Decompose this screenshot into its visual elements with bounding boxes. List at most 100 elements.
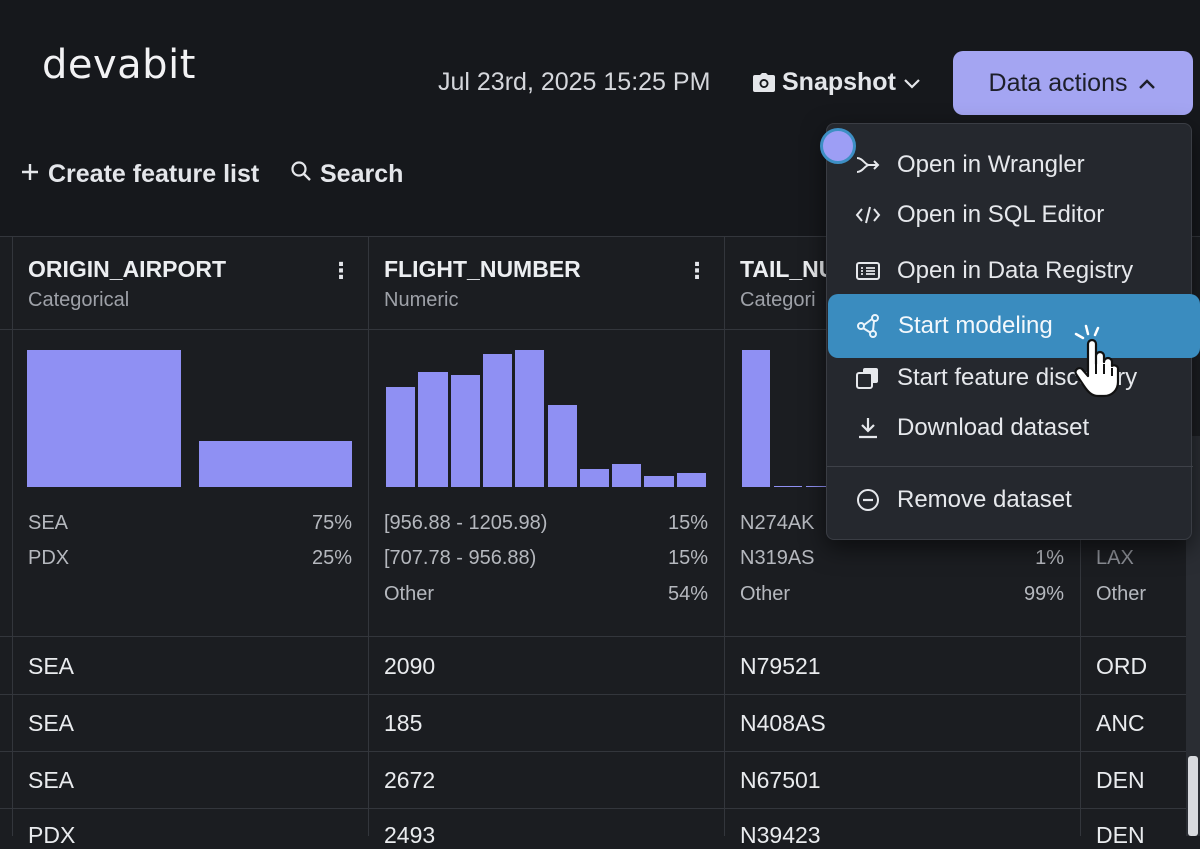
menu-item-open-in-wrangler[interactable]: Open in Wrangler bbox=[827, 140, 1193, 190]
stat-label: SEA bbox=[28, 512, 69, 534]
menu-item-label: Open in Data Registry bbox=[897, 257, 1134, 284]
column-header-tail-number[interactable]: TAIL_NU Categori bbox=[740, 256, 826, 316]
menu-item-label: Open in Wrangler bbox=[897, 151, 1085, 178]
table-cell[interactable]: SEA bbox=[28, 653, 74, 680]
histogram-bar bbox=[579, 469, 610, 487]
column-menu-icon[interactable]: ⋮ bbox=[330, 258, 352, 284]
table-cell[interactable]: DEN bbox=[1096, 767, 1145, 794]
column-type: Categorical bbox=[28, 289, 130, 311]
histogram-bar bbox=[515, 350, 545, 487]
column-type: Numeric bbox=[384, 289, 459, 311]
table-cell[interactable]: ANC bbox=[1096, 710, 1145, 737]
stat-label: [707.78 - 956.88) bbox=[384, 547, 537, 569]
menu-item-open-in-sql-editor[interactable]: Open in SQL Editor bbox=[827, 190, 1193, 240]
stat-percent: 1% bbox=[1035, 547, 1064, 569]
table-cell[interactable]: SEA bbox=[28, 767, 74, 794]
menu-item-label: Open in SQL Editor bbox=[897, 201, 1105, 228]
column-name: FLIGHT_NUMBER bbox=[384, 256, 581, 282]
table-cell[interactable]: ORD bbox=[1096, 653, 1147, 680]
column-header-flight-number[interactable]: FLIGHT_NUMBER Numeric bbox=[384, 256, 581, 312]
stat-percent: 99% bbox=[1023, 583, 1064, 605]
stat-label: Other bbox=[384, 583, 435, 605]
column-menu-icon[interactable]: ⋮ bbox=[686, 258, 708, 284]
menu-item-open-in-data-registry[interactable]: Open in Data Registry bbox=[827, 246, 1193, 296]
table-cell[interactable]: N79521 bbox=[740, 653, 821, 680]
snapshot-dropdown[interactable]: Snapshot bbox=[752, 68, 922, 97]
data-actions-label: Data actions bbox=[988, 68, 1128, 97]
chevron-up-icon bbox=[1137, 69, 1157, 98]
stat-label: LAX bbox=[1096, 547, 1134, 569]
histogram-bar bbox=[386, 386, 416, 487]
snapshot-datetime: Jul 23rd, 2025 15:25 PM bbox=[438, 68, 711, 96]
search-label: Search bbox=[320, 160, 404, 188]
histogram-bar bbox=[482, 354, 513, 487]
stat-label: N319AS bbox=[740, 547, 815, 569]
remove-icon bbox=[853, 488, 883, 512]
row-divider bbox=[0, 636, 1200, 637]
histogram-origin-airport bbox=[27, 350, 352, 487]
menu-item-label: Start modeling bbox=[898, 312, 1053, 339]
download-icon bbox=[853, 416, 883, 440]
wrangler-icon bbox=[853, 154, 883, 176]
stat-label: Other bbox=[740, 583, 791, 605]
histogram-bar bbox=[418, 371, 448, 487]
column-name: ORIGIN_AIRPORT bbox=[28, 256, 227, 282]
copy-icon bbox=[853, 366, 883, 390]
column-divider bbox=[724, 236, 725, 836]
data-actions-button[interactable]: Data actions bbox=[953, 51, 1193, 115]
data-actions-menu: Open in Wrangler Open in SQL Editor Open… bbox=[826, 123, 1200, 540]
table-cell[interactable]: 2090 bbox=[384, 653, 435, 680]
code-icon bbox=[853, 204, 883, 226]
stat-label: [956.88 - 1205.98) bbox=[384, 512, 548, 534]
menu-item-start-feature-discovery[interactable]: Start feature discovery bbox=[827, 353, 1193, 403]
create-feature-list-label: Create feature list bbox=[48, 160, 260, 188]
create-feature-list-button[interactable]: Create feature list bbox=[20, 160, 259, 189]
chevron-down-icon bbox=[902, 76, 922, 90]
column-divider bbox=[368, 236, 369, 836]
histogram-bar bbox=[547, 404, 577, 487]
row-divider bbox=[0, 808, 1200, 809]
histogram-bar bbox=[450, 374, 480, 487]
menu-divider bbox=[827, 466, 1193, 467]
registry-icon bbox=[853, 260, 883, 282]
menu-item-download-dataset[interactable]: Download dataset bbox=[827, 403, 1193, 453]
menu-item-remove-dataset[interactable]: Remove dataset bbox=[827, 475, 1193, 525]
column-type: Categori bbox=[740, 289, 816, 311]
menu-item-label: Download dataset bbox=[897, 414, 1090, 441]
histogram-bar bbox=[644, 476, 674, 487]
table-cell[interactable]: 185 bbox=[384, 710, 422, 737]
histogram-bar bbox=[774, 485, 802, 487]
table-cell[interactable]: N67501 bbox=[740, 767, 821, 794]
table-cell[interactable]: SEA bbox=[28, 710, 74, 737]
brand-logo: devabit bbox=[42, 42, 196, 88]
stat-percent: 75% bbox=[311, 512, 352, 534]
stat-label: Other bbox=[1096, 583, 1147, 605]
histogram-bar bbox=[198, 441, 352, 487]
menu-item-start-modeling[interactable]: Start modeling bbox=[828, 294, 1200, 358]
menu-item-label: Remove dataset bbox=[897, 486, 1072, 513]
row-divider bbox=[0, 694, 1200, 695]
stat-percent: 15% bbox=[667, 512, 708, 534]
hand-cursor-icon bbox=[1072, 322, 1120, 403]
histogram-flight-number bbox=[386, 350, 706, 487]
camera-icon bbox=[752, 72, 776, 94]
click-indicator bbox=[820, 128, 856, 164]
column-divider bbox=[12, 236, 13, 836]
column-name: TAIL_NU bbox=[740, 256, 826, 282]
stat-percent: 25% bbox=[311, 547, 352, 569]
plus-icon bbox=[20, 160, 40, 189]
search-icon bbox=[290, 160, 312, 189]
scrollbar-thumb[interactable] bbox=[1188, 756, 1198, 836]
histogram-bar bbox=[742, 350, 770, 487]
modeling-icon bbox=[854, 314, 884, 338]
stat-label: N274AK bbox=[740, 512, 815, 534]
search-button[interactable]: Search bbox=[290, 160, 403, 189]
table-cell[interactable]: 2672 bbox=[384, 767, 435, 794]
column-header-origin-airport[interactable]: ORIGIN_AIRPORT Categorical bbox=[28, 256, 226, 312]
histogram-bar bbox=[676, 473, 706, 487]
table-cell[interactable]: N408AS bbox=[740, 710, 826, 737]
histogram-bar bbox=[27, 350, 181, 487]
histogram-bar bbox=[612, 463, 642, 487]
stat-percent: 15% bbox=[667, 547, 708, 569]
snapshot-label: Snapshot bbox=[782, 68, 896, 96]
